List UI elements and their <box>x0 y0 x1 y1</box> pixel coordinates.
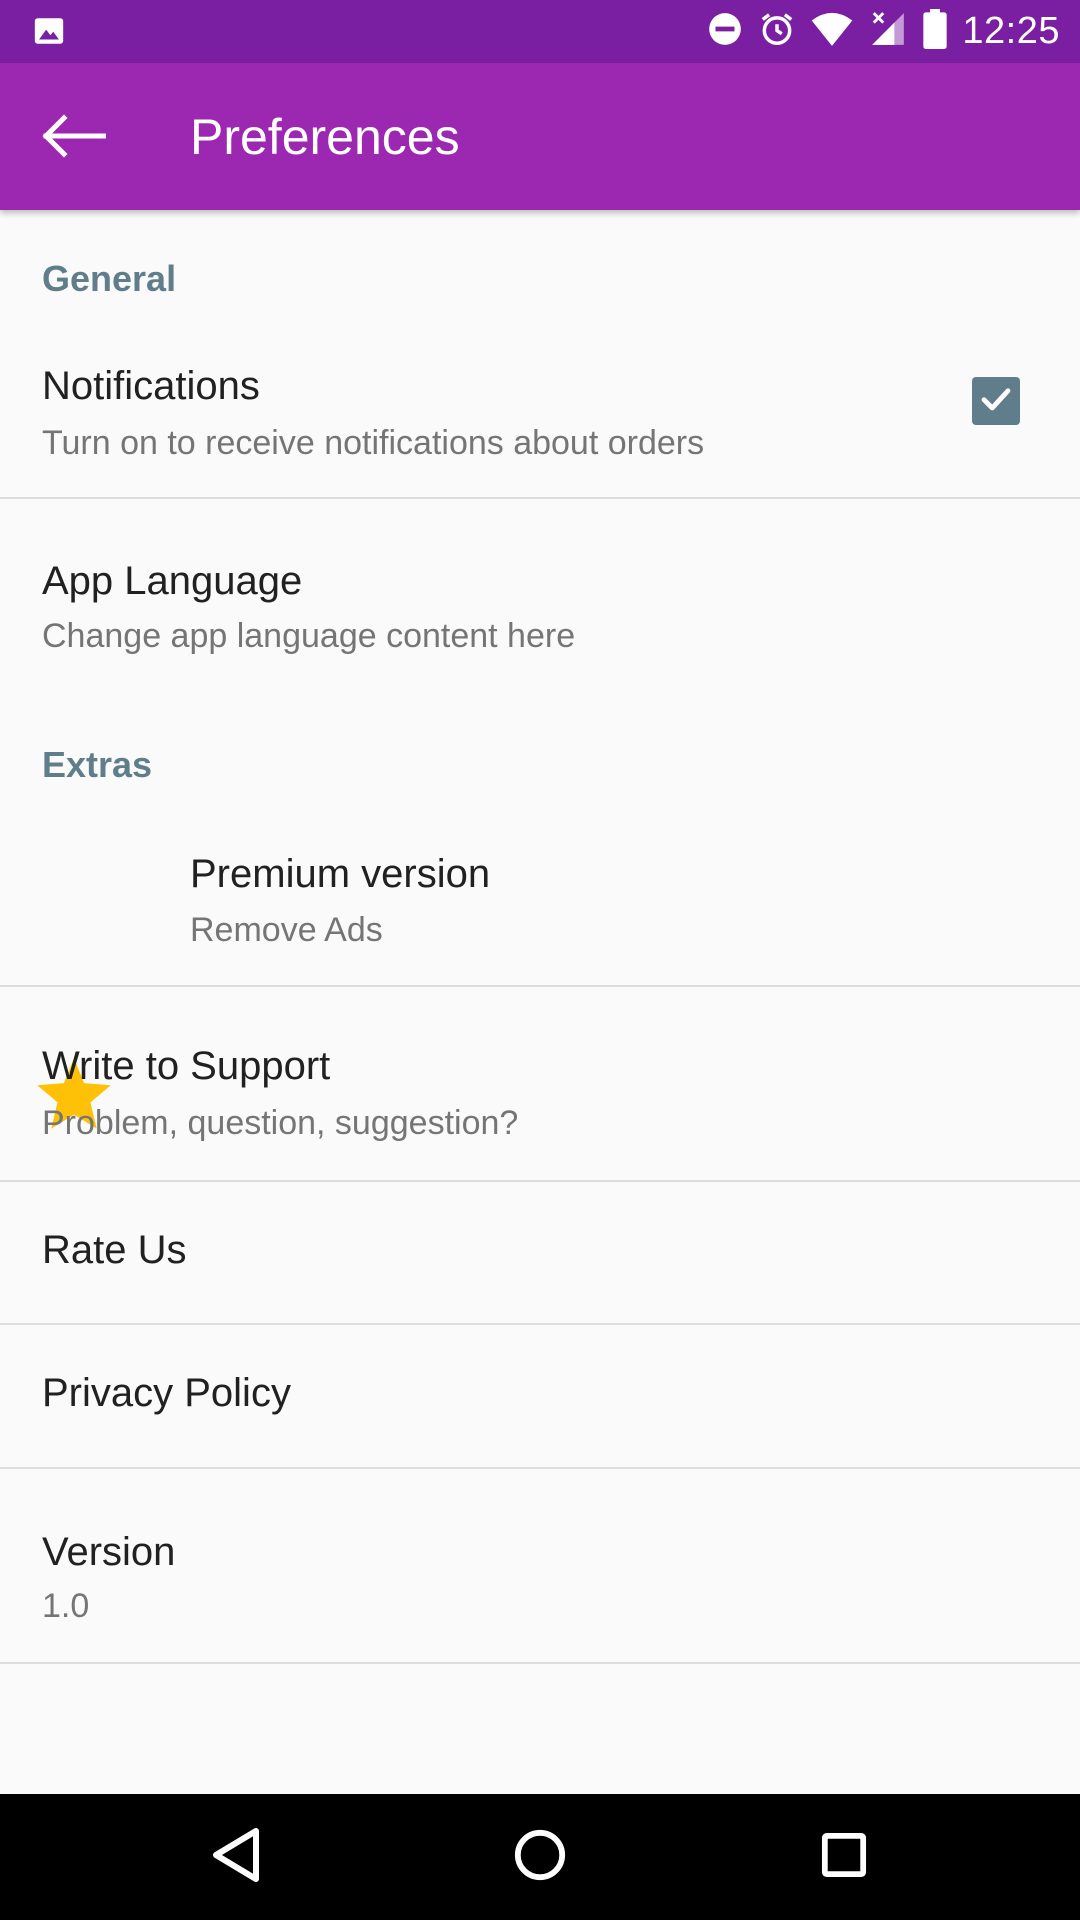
section-header-extras: Extras <box>42 744 153 785</box>
pref-title: Premium version <box>190 852 491 896</box>
pref-version[interactable]: Version 1.0 <box>0 1469 1080 1662</box>
pref-summary: Remove Ads <box>190 911 383 949</box>
recents-square-icon <box>821 1832 867 1883</box>
home-circle-icon <box>513 1828 567 1887</box>
pref-write-to-support[interactable]: Write to Support Problem, question, sugg… <box>0 987 1080 1180</box>
pref-summary: 1.0 <box>42 1587 90 1625</box>
status-time: 12:25 <box>962 10 1060 52</box>
pref-app-language[interactable]: App Language Change app language content… <box>0 499 1080 695</box>
status-left-icons <box>32 14 66 53</box>
page-title: Preferences <box>190 108 460 165</box>
pref-rate-us[interactable]: Rate Us <box>0 1182 1080 1323</box>
pref-title: Privacy Policy <box>42 1371 291 1415</box>
nav-back-button[interactable] <box>196 1817 276 1897</box>
check-icon <box>978 381 1014 422</box>
pref-premium-version[interactable]: Premium version Remove Ads <box>0 795 1080 985</box>
pref-title: Rate Us <box>42 1228 187 1272</box>
battery-icon <box>922 9 948 54</box>
nav-recents-button[interactable] <box>804 1817 884 1897</box>
navigation-bar <box>0 1794 1080 1920</box>
pref-summary: Change app language content here <box>42 617 576 655</box>
pref-title: Notifications <box>42 364 260 408</box>
wifi-icon <box>810 10 854 53</box>
pref-notifications[interactable]: Notifications Turn on to receive notific… <box>0 300 1080 497</box>
notifications-checkbox[interactable] <box>972 377 1020 425</box>
pref-title: Version <box>42 1530 176 1574</box>
pref-title: App Language <box>42 559 303 603</box>
divider <box>0 1662 1080 1664</box>
back-button[interactable] <box>28 93 118 183</box>
arrow-back-icon <box>40 113 107 163</box>
preferences-list: General Notifications Turn on to receive… <box>0 210 1080 1794</box>
image-icon <box>32 18 66 52</box>
section-header-general: General <box>42 258 177 299</box>
do-not-disturb-icon <box>706 10 744 53</box>
nav-home-button[interactable] <box>500 1817 580 1897</box>
pref-summary: Turn on to receive notifications about o… <box>42 424 705 462</box>
status-bar: 12:25 <box>0 0 1080 63</box>
app-bar: Preferences <box>0 63 1080 210</box>
signal-icon <box>868 10 908 53</box>
pref-title: Write to Support <box>42 1044 331 1088</box>
status-right-icons: 12:25 <box>706 0 1060 63</box>
back-triangle-icon <box>210 1827 262 1888</box>
pref-summary: Problem, question, suggestion? <box>42 1104 519 1142</box>
pref-privacy-policy[interactable]: Privacy Policy <box>0 1325 1080 1467</box>
alarm-icon <box>758 10 796 53</box>
